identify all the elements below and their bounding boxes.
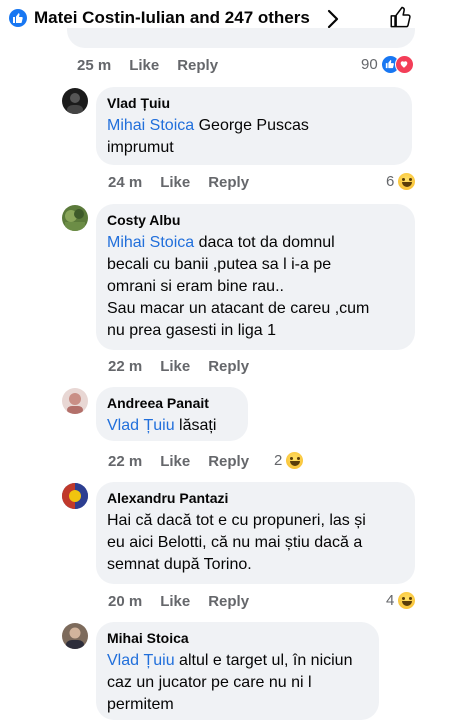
- comment-bubble: Andreea Panait Vlad Țuiu lăsați: [96, 387, 248, 441]
- like-link[interactable]: Like: [129, 57, 159, 74]
- reaction-counter[interactable]: 2: [274, 449, 305, 471]
- avatar[interactable]: [62, 205, 88, 231]
- comment-actions: 25 m Like Reply: [77, 55, 236, 75]
- reaction-count: 2: [274, 451, 283, 469]
- reaction-count: 4: [386, 591, 395, 609]
- comment-text: Hai că dacă tot e cu propuneri, las și e…: [107, 512, 366, 573]
- like-link[interactable]: Like: [160, 593, 190, 610]
- like-link[interactable]: Like: [160, 453, 190, 470]
- comment-text: Mihai Stoica George Puscas imprumut: [107, 117, 309, 156]
- love-reaction-icon: [394, 54, 414, 74]
- comment-actions: 22 m Like Reply: [108, 451, 267, 471]
- reaction-count: 90: [361, 55, 378, 73]
- reply-link[interactable]: Reply: [177, 57, 218, 74]
- reply-link[interactable]: Reply: [208, 593, 249, 610]
- reply-link[interactable]: Reply: [208, 174, 249, 191]
- comment-time: 22 m: [108, 452, 143, 470]
- reply-link[interactable]: Reply: [208, 358, 249, 375]
- haha-reaction-icon: [285, 450, 305, 470]
- comment-text: Vlad Țuiu lăsați: [107, 417, 217, 434]
- mention-link[interactable]: Vlad Țuiu: [107, 417, 175, 434]
- comment-author[interactable]: Mihai Stoica: [107, 629, 367, 647]
- comment-time: 24 m: [108, 173, 143, 191]
- comment-actions: 24 m Like Reply: [108, 172, 267, 192]
- like-link[interactable]: Like: [160, 358, 190, 375]
- haha-reaction-icon: [397, 590, 417, 610]
- reactions-summary-text[interactable]: Matei Costin-Iulian and 247 others: [34, 8, 310, 28]
- mention-link[interactable]: Mihai Stoica: [107, 117, 194, 134]
- comment-text: Mihai Stoica daca tot da domnul becali c…: [107, 234, 370, 339]
- comment-text: Vlad Țuiu altul e target ul, în niciun c…: [107, 652, 353, 713]
- reaction-count: 6: [386, 172, 395, 190]
- reaction-counter[interactable]: 90: [361, 53, 414, 75]
- comment-actions: 22 m Like Reply: [108, 356, 267, 376]
- mention-link[interactable]: Mihai Stoica: [107, 234, 194, 251]
- reply-link[interactable]: Reply: [208, 453, 249, 470]
- comment-author[interactable]: Costy Albu: [107, 211, 403, 229]
- avatar[interactable]: [62, 623, 88, 649]
- like-reaction-icon: [9, 9, 27, 27]
- reaction-counter[interactable]: 6: [386, 170, 417, 192]
- avatar[interactable]: [62, 483, 88, 509]
- comment-bubble: Costy Albu Mihai Stoica daca tot da domn…: [96, 204, 415, 350]
- reaction-counter[interactable]: 4: [386, 589, 417, 611]
- comment-time: 25 m: [77, 56, 112, 74]
- comment-actions: 20 m Like Reply: [108, 591, 267, 611]
- mention-link[interactable]: Vlad Țuiu: [107, 652, 175, 669]
- comment-author[interactable]: Alexandru Pantazi: [107, 489, 403, 507]
- comment-time: 20 m: [108, 592, 143, 610]
- haha-reaction-icon: [397, 171, 417, 191]
- comment-bubble: Mihai Stoica Vlad Țuiu altul e target ul…: [96, 622, 379, 720]
- avatar[interactable]: [62, 388, 88, 414]
- previous-comment-bubble-end: [67, 28, 415, 48]
- comment-author[interactable]: Vlad Țuiu: [107, 94, 400, 112]
- comment-bubble: Alexandru Pantazi Hai că dacă tot e cu p…: [96, 482, 415, 584]
- like-link[interactable]: Like: [160, 174, 190, 191]
- avatar[interactable]: [62, 88, 88, 114]
- comment-author[interactable]: Andreea Panait: [107, 394, 236, 412]
- comment-bubble: Vlad Țuiu Mihai Stoica George Puscas imp…: [96, 87, 412, 165]
- comment-time: 22 m: [108, 357, 143, 375]
